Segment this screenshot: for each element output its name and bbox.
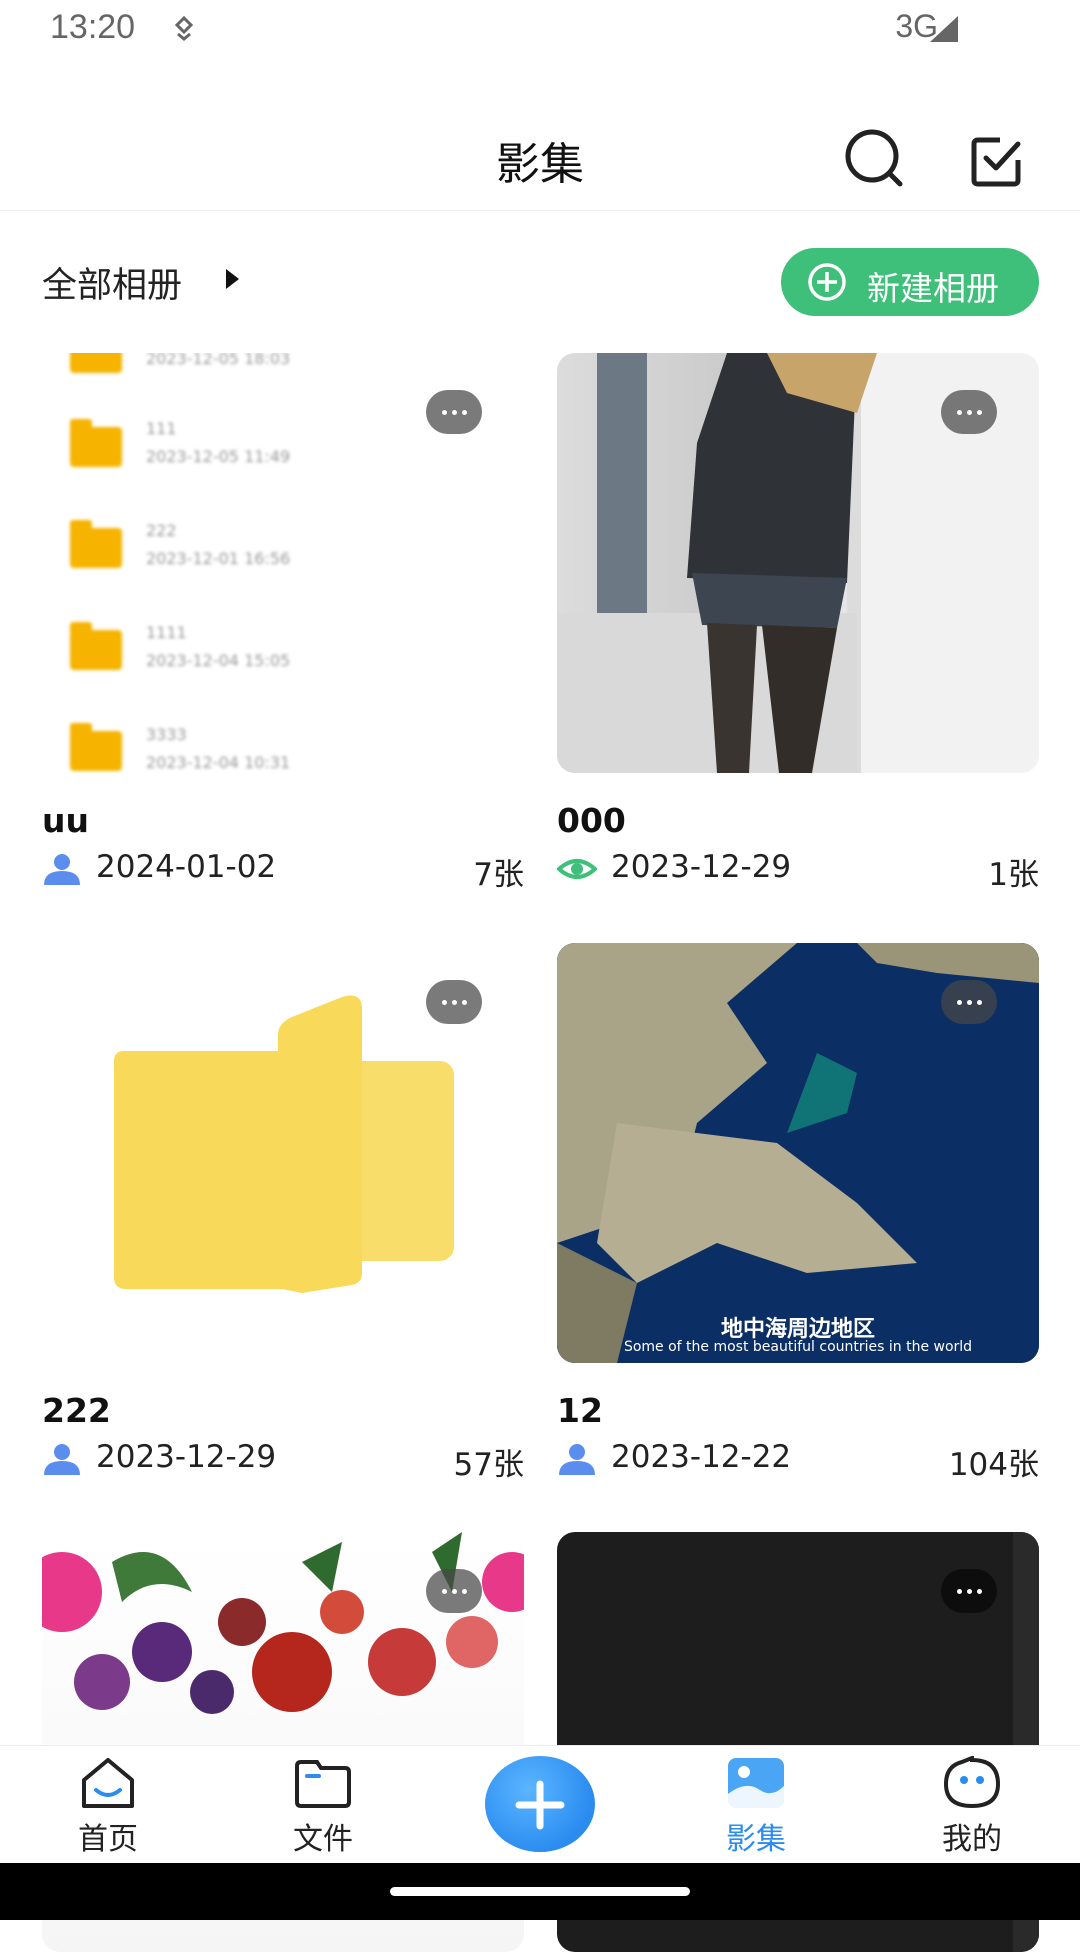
caret-right-icon[interactable] (226, 269, 239, 289)
tab-home[interactable]: 首页 (48, 1756, 168, 1857)
tab-profile[interactable]: 我的 (912, 1756, 1032, 1857)
album-meta: 2024-01-02 7张 (42, 849, 524, 893)
system-nav-bar (0, 1863, 1080, 1920)
folder-icon (70, 419, 122, 467)
profile-face-icon (943, 1756, 1001, 1809)
bottom-navigation: 首页 文件 影集 我的 (0, 1745, 1080, 1864)
folder-icon (70, 622, 122, 670)
more-options-button[interactable] (941, 1569, 997, 1613)
tab-label: 影集 (726, 1822, 786, 1857)
add-icon (515, 1780, 565, 1830)
download-indicator-icon (174, 15, 194, 41)
album-card[interactable]: 地中海周边地区 Some of the most beautiful count… (557, 943, 1039, 1483)
album-meta: 2023-12-22 104张 (557, 1439, 1039, 1483)
image-caption-en: Some of the most beautiful countries in … (623, 1339, 973, 1355)
album-thumbnail[interactable] (557, 353, 1039, 773)
multi-select-icon[interactable] (970, 134, 1024, 188)
thumb-text: 111 (146, 419, 177, 438)
person-icon (44, 854, 80, 885)
tab-label: 文件 (293, 1822, 353, 1857)
status-bar: 13:20 3G (0, 0, 1080, 60)
album-count: 7张 (473, 857, 524, 893)
thumb-text: 3333 (146, 725, 187, 744)
album-thumbnail[interactable]: 地中海周边地区 Some of the most beautiful count… (557, 943, 1039, 1363)
album-date: 2023-12-29 (611, 849, 792, 885)
album-date: 2024-01-02 (96, 849, 277, 885)
tab-files[interactable]: 文件 (263, 1756, 383, 1857)
thumb-text: 2023-12-05 11:49 (146, 447, 291, 466)
album-count: 104张 (948, 1447, 1039, 1483)
home-icon (82, 1758, 134, 1808)
album-thumbnail[interactable]: 2023-12-05 18:03 111 2023-12-05 11:49 22… (42, 353, 524, 773)
album-thumbnail[interactable] (42, 943, 524, 1363)
album-name: 000 (557, 801, 626, 840)
person-icon (44, 1444, 80, 1475)
add-button[interactable] (485, 1756, 595, 1852)
top-app-bar: 影集 (0, 100, 1080, 211)
album-name: 12 (557, 1391, 603, 1430)
more-options-button[interactable] (426, 390, 482, 434)
tab-gallery[interactable]: 影集 (696, 1756, 816, 1857)
album-meta: 2023-12-29 1张 (557, 849, 1039, 893)
all-albums-dropdown[interactable]: 全部相册 (42, 257, 182, 308)
album-card[interactable]: 2023-12-05 18:03 111 2023-12-05 11:49 22… (42, 353, 524, 893)
folder-icon (70, 520, 122, 568)
person-icon (559, 1444, 595, 1475)
home-gesture-handle[interactable] (390, 1887, 690, 1896)
album-date: 2023-12-22 (611, 1439, 792, 1475)
status-time: 13:20 (50, 8, 136, 46)
new-album-button[interactable]: 新建相册 (781, 248, 1039, 316)
album-name: 222 (42, 1391, 111, 1430)
folder-icon (295, 1760, 351, 1808)
more-options-button[interactable] (426, 1569, 482, 1613)
thumb-text: 2023-12-04 15:05 (146, 651, 291, 670)
folder-icon (70, 353, 122, 373)
album-count: 57张 (453, 1447, 524, 1483)
album-count: 1张 (988, 857, 1039, 893)
gallery-icon (728, 1758, 784, 1808)
album-card[interactable]: 000 2023-12-29 1张 (557, 353, 1039, 893)
search-icon[interactable] (842, 126, 908, 192)
more-options-button[interactable] (941, 390, 997, 434)
thumb-text: 1111 (146, 623, 187, 642)
more-options-button[interactable] (426, 980, 482, 1024)
album-name: uu (42, 801, 89, 840)
add-circle-icon (808, 263, 846, 301)
tab-label: 首页 (78, 1822, 138, 1857)
folder-icon (70, 723, 122, 771)
thumb-text: 222 (146, 521, 177, 540)
thumb-text: 2023-12-01 16:56 (146, 549, 291, 568)
album-meta: 2023-12-29 57张 (42, 1439, 524, 1483)
album-card[interactable]: 222 2023-12-29 57张 (42, 943, 524, 1483)
signal-icon (930, 16, 958, 42)
tab-label: 我的 (942, 1822, 1002, 1857)
thumb-text: 2023-12-05 18:03 (146, 353, 291, 368)
more-options-button[interactable] (941, 980, 997, 1024)
album-date: 2023-12-29 (96, 1439, 277, 1475)
new-album-label: 新建相册 (867, 269, 999, 308)
page-title: 影集 (496, 139, 584, 190)
thumb-text: 2023-12-04 10:31 (146, 753, 291, 772)
eye-icon (557, 859, 597, 879)
